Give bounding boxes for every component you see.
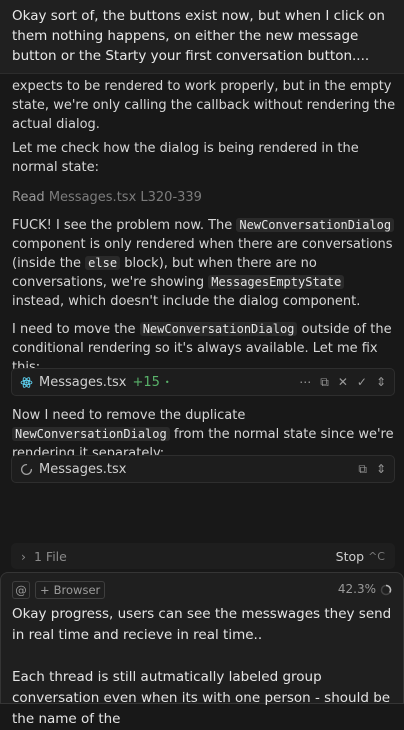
- reject-icon[interactable]: ✕: [338, 373, 348, 392]
- edit-card-messages-pending[interactable]: Messages.tsx ⧉ ⇕: [11, 455, 395, 483]
- stop-shortcut: ^C: [368, 549, 385, 563]
- react-icon: [20, 376, 33, 388]
- read-file-line[interactable]: Read Messages.tsx L320-339: [12, 188, 396, 207]
- chevron-updown-icon[interactable]: ⇕: [376, 373, 386, 392]
- paragraph-text: instead, which doesn't include the dialo…: [12, 294, 361, 309]
- composer-chips: @ + Browser: [12, 581, 106, 599]
- paragraph-text: Let me check how the dialog is being ren…: [12, 141, 359, 175]
- composer-text-line: Each thread is still autmatically labele…: [12, 669, 391, 727]
- edit-card-messages[interactable]: Messages.tsx +15 • ⋯ ⧉ ✕ ✓ ⇕: [11, 368, 395, 396]
- browser-chip[interactable]: + Browser: [35, 581, 106, 599]
- assistant-paragraph: expects to be rendered to work properly,…: [12, 77, 396, 134]
- assistant-paragraph: FUCK! I see the problem now. The NewConv…: [12, 216, 396, 311]
- read-target: Messages.tsx L320-339: [48, 190, 202, 205]
- composer-text-line: Okay progress, users can see the messwag…: [12, 606, 392, 643]
- plus-icon: +: [40, 582, 50, 597]
- chevron-updown-icon[interactable]: ⇕: [376, 460, 386, 479]
- copy-icon[interactable]: ⧉: [320, 373, 329, 392]
- user-message-top[interactable]: Okay sort of, the buttons exist now, but…: [0, 0, 404, 74]
- code-inline: NewConversationDialog: [139, 322, 298, 336]
- more-icon[interactable]: ⋯: [299, 373, 311, 392]
- read-label: Read: [12, 190, 45, 205]
- edit-filename: Messages.tsx: [39, 461, 127, 477]
- context-ring-icon: [380, 584, 392, 595]
- accept-icon[interactable]: ✓: [357, 373, 367, 392]
- spinner-icon: [21, 463, 33, 475]
- code-inline: NewConversationDialog: [12, 427, 170, 441]
- composer-input[interactable]: Okay progress, users can see the messwag…: [12, 604, 396, 730]
- files-changed-bar[interactable]: › 1 File Stop ^C: [11, 543, 395, 569]
- user-message-text: Okay sort of, the buttons exist now, but…: [12, 8, 385, 64]
- assistant-paragraph: Let me check how the dialog is being ren…: [12, 139, 396, 177]
- paragraph-text: FUCK! I see the problem now. The: [12, 218, 237, 233]
- files-count: 1 File: [34, 548, 67, 564]
- paragraph-text: Now I need to remove the duplicate: [12, 408, 246, 423]
- copy-icon[interactable]: ⧉: [358, 460, 367, 479]
- lines-added: +15: [132, 374, 160, 390]
- chevron-right-icon[interactable]: ›: [21, 547, 26, 566]
- browser-label: Browser: [53, 582, 101, 597]
- status-dot: •: [164, 377, 170, 387]
- paragraph-text: expects to be rendered to work properly,…: [12, 79, 396, 132]
- paragraph-text: I need to move the: [12, 322, 140, 337]
- context-usage: 42.3%: [338, 580, 392, 599]
- code-inline: MessagesEmptyState: [208, 275, 345, 289]
- mention-button[interactable]: @: [12, 581, 30, 599]
- context-percent: 42.3%: [337, 582, 376, 596]
- code-inline: else: [85, 256, 121, 270]
- code-inline: NewConversationDialog: [236, 218, 395, 232]
- edit-filename: Messages.tsx: [39, 374, 127, 390]
- stop-button[interactable]: Stop: [336, 547, 364, 566]
